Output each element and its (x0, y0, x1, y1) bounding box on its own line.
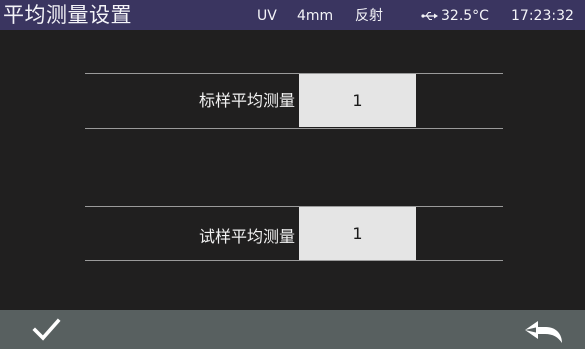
footer-bar (0, 310, 585, 349)
usb-icon (421, 8, 439, 22)
sample-average-input[interactable]: 1 (299, 207, 416, 260)
clock-time: 17:23:32 (511, 8, 574, 24)
sample-average-label: 试样平均测量 (198, 227, 295, 246)
page-title: 平均测量设置 (3, 3, 132, 27)
confirm-button[interactable] (17, 310, 77, 349)
divider (85, 206, 503, 207)
title-bar: 平均测量设置 UV 4mm 反射 32.5°C 17:23:32 (0, 0, 585, 30)
divider (85, 73, 503, 74)
standard-average-input[interactable]: 1 (299, 74, 416, 127)
temperature-status: 32.5°C (441, 8, 489, 24)
mode-status: 反射 (355, 8, 383, 24)
back-button[interactable] (512, 310, 572, 349)
divider (85, 128, 503, 129)
aperture-status: 4mm (297, 8, 334, 24)
settings-panel: 标样平均测量 1 试样平均测量 1 (0, 30, 585, 310)
light-source-status: UV (257, 8, 277, 24)
divider (85, 260, 503, 261)
measurement-screen: 平均测量设置 UV 4mm 反射 32.5°C 17:23:32 标样平均测量 … (0, 0, 585, 349)
standard-average-label: 标样平均测量 (198, 91, 295, 110)
